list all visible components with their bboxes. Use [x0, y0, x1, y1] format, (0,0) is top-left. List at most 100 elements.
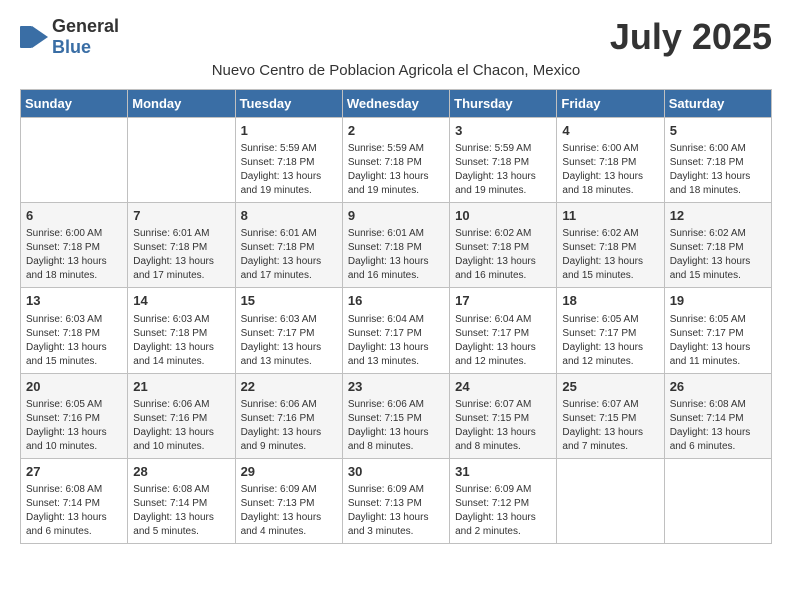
weekday-header-saturday: Saturday	[664, 90, 771, 118]
weekday-header-monday: Monday	[128, 90, 235, 118]
day-number: 24	[455, 378, 551, 396]
day-number: 10	[455, 207, 551, 225]
day-info: Sunrise: 6:00 AM Sunset: 7:18 PM Dayligh…	[562, 142, 658, 198]
calendar-table: SundayMondayTuesdayWednesdayThursdayFrid…	[20, 89, 772, 544]
calendar-cell: 22 Sunrise: 6:06 AM Sunset: 7:16 PM Dayli…	[235, 373, 342, 458]
day-number: 12	[670, 207, 766, 225]
day-number: 3	[455, 122, 551, 140]
weekday-header-thursday: Thursday	[450, 90, 557, 118]
day-number: 7	[133, 207, 229, 225]
calendar-week-1: 1 Sunrise: 5:59 AM Sunset: 7:18 PM Daylig…	[21, 118, 772, 203]
day-number: 19	[670, 292, 766, 310]
calendar-cell: 24 Sunrise: 6:07 AM Sunset: 7:15 PM Dayli…	[450, 373, 557, 458]
calendar-cell: 3Sunrise: 5:59 AM Sunset: 7:18 PM Daylig…	[450, 118, 557, 203]
calendar-cell: 31 Sunrise: 6:09 AM Sunset: 7:12 PM Dayli…	[450, 458, 557, 543]
calendar-cell: 21Sunrise: 6:06 AM Sunset: 7:16 PM Dayli…	[128, 373, 235, 458]
calendar-cell: 7 Sunrise: 6:01 AM Sunset: 7:18 PM Daylig…	[128, 203, 235, 288]
calendar-cell: 4 Sunrise: 6:00 AM Sunset: 7:18 PM Daylig…	[557, 118, 664, 203]
calendar-cell: 11 Sunrise: 6:02 AM Sunset: 7:18 PM Dayli…	[557, 203, 664, 288]
day-number: 26	[670, 378, 766, 396]
day-info: Sunrise: 6:02 AM Sunset: 7:18 PM Dayligh…	[562, 227, 658, 283]
day-info: Sunrise: 6:07 AM Sunset: 7:15 PM Dayligh…	[562, 398, 658, 454]
day-info: Sunrise: 6:08 AM Sunset: 7:14 PM Dayligh…	[133, 483, 229, 539]
calendar-cell: 15Sunrise: 6:03 AM Sunset: 7:17 PM Dayli…	[235, 288, 342, 373]
calendar-cell: 16Sunrise: 6:04 AM Sunset: 7:17 PM Dayli…	[342, 288, 449, 373]
day-info: Sunrise: 6:05 AM Sunset: 7:17 PM Dayligh…	[562, 313, 658, 369]
day-info: Sunrise: 6:06 AM Sunset: 7:16 PM Dayligh…	[133, 398, 229, 454]
day-number: 9	[348, 207, 444, 225]
day-info: Sunrise: 6:00 AM Sunset: 7:18 PM Dayligh…	[670, 142, 766, 198]
day-info: Sunrise: 6:08 AM Sunset: 7:14 PM Dayligh…	[670, 398, 766, 454]
day-number: 23	[348, 378, 444, 396]
calendar-cell	[21, 118, 128, 203]
day-number: 22	[241, 378, 337, 396]
day-number: 6	[26, 207, 122, 225]
calendar-cell: 19 Sunrise: 6:05 AM Sunset: 7:17 PM Dayli…	[664, 288, 771, 373]
calendar-cell: 1 Sunrise: 5:59 AM Sunset: 7:18 PM Daylig…	[235, 118, 342, 203]
day-number: 5	[670, 122, 766, 140]
logo-icon	[20, 26, 48, 48]
calendar-cell: 14 Sunrise: 6:03 AM Sunset: 7:18 PM Dayli…	[128, 288, 235, 373]
calendar-cell: 13 Sunrise: 6:03 AM Sunset: 7:18 PM Dayli…	[21, 288, 128, 373]
calendar-cell: 27 Sunrise: 6:08 AM Sunset: 7:14 PM Dayli…	[21, 458, 128, 543]
day-number: 13	[26, 292, 122, 310]
day-number: 4	[562, 122, 658, 140]
page-header: General Blue July 2025	[20, 16, 772, 58]
day-info: Sunrise: 6:03 AM Sunset: 7:18 PM Dayligh…	[133, 313, 229, 369]
weekday-header-tuesday: Tuesday	[235, 90, 342, 118]
weekday-header-friday: Friday	[557, 90, 664, 118]
calendar-cell	[664, 458, 771, 543]
day-info: Sunrise: 6:01 AM Sunset: 7:18 PM Dayligh…	[133, 227, 229, 283]
calendar-cell: 17Sunrise: 6:04 AM Sunset: 7:17 PM Dayli…	[450, 288, 557, 373]
calendar-cell: 10 Sunrise: 6:02 AM Sunset: 7:18 PM Dayli…	[450, 203, 557, 288]
day-number: 17	[455, 292, 551, 310]
calendar-cell: 20Sunrise: 6:05 AM Sunset: 7:16 PM Dayli…	[21, 373, 128, 458]
weekday-header-sunday: Sunday	[21, 90, 128, 118]
calendar-cell: 29Sunrise: 6:09 AM Sunset: 7:13 PM Dayli…	[235, 458, 342, 543]
calendar-week-3: 13 Sunrise: 6:03 AM Sunset: 7:18 PM Dayli…	[21, 288, 772, 373]
day-info: Sunrise: 6:03 AM Sunset: 7:17 PM Dayligh…	[241, 313, 337, 369]
day-number: 28	[133, 463, 229, 481]
day-info: Sunrise: 6:03 AM Sunset: 7:18 PM Dayligh…	[26, 313, 122, 369]
calendar-cell: 12Sunrise: 6:02 AM Sunset: 7:18 PM Dayli…	[664, 203, 771, 288]
day-number: 14	[133, 292, 229, 310]
calendar-cell: 30 Sunrise: 6:09 AM Sunset: 7:13 PM Dayli…	[342, 458, 449, 543]
weekday-header-wednesday: Wednesday	[342, 90, 449, 118]
day-info: Sunrise: 6:01 AM Sunset: 7:18 PM Dayligh…	[348, 227, 444, 283]
day-number: 1	[241, 122, 337, 140]
day-info: Sunrise: 6:01 AM Sunset: 7:18 PM Dayligh…	[241, 227, 337, 283]
logo-general: General	[52, 16, 119, 36]
calendar-cell: 23 Sunrise: 6:06 AM Sunset: 7:15 PM Dayli…	[342, 373, 449, 458]
calendar-cell: 5 Sunrise: 6:00 AM Sunset: 7:18 PM Daylig…	[664, 118, 771, 203]
day-number: 31	[455, 463, 551, 481]
day-info: Sunrise: 6:09 AM Sunset: 7:12 PM Dayligh…	[455, 483, 551, 539]
month-title: July 2025	[610, 16, 772, 58]
calendar-cell: 6 Sunrise: 6:00 AM Sunset: 7:18 PM Daylig…	[21, 203, 128, 288]
day-info: Sunrise: 6:00 AM Sunset: 7:18 PM Dayligh…	[26, 227, 122, 283]
day-info: Sunrise: 5:59 AM Sunset: 7:18 PM Dayligh…	[241, 142, 337, 198]
day-info: Sunrise: 6:06 AM Sunset: 7:16 PM Dayligh…	[241, 398, 337, 454]
day-number: 27	[26, 463, 122, 481]
day-info: Sunrise: 5:59 AM Sunset: 7:18 PM Dayligh…	[348, 142, 444, 198]
day-number: 18	[562, 292, 658, 310]
day-info: Sunrise: 6:09 AM Sunset: 7:13 PM Dayligh…	[241, 483, 337, 539]
calendar-cell: 8Sunrise: 6:01 AM Sunset: 7:18 PM Daylig…	[235, 203, 342, 288]
day-info: Sunrise: 6:05 AM Sunset: 7:17 PM Dayligh…	[670, 313, 766, 369]
day-number: 30	[348, 463, 444, 481]
day-info: Sunrise: 6:07 AM Sunset: 7:15 PM Dayligh…	[455, 398, 551, 454]
calendar-cell: 25 Sunrise: 6:07 AM Sunset: 7:15 PM Dayli…	[557, 373, 664, 458]
day-info: Sunrise: 6:06 AM Sunset: 7:15 PM Dayligh…	[348, 398, 444, 454]
calendar-cell: 28 Sunrise: 6:08 AM Sunset: 7:14 PM Dayli…	[128, 458, 235, 543]
day-info: Sunrise: 6:02 AM Sunset: 7:18 PM Dayligh…	[455, 227, 551, 283]
day-info: Sunrise: 6:05 AM Sunset: 7:16 PM Dayligh…	[26, 398, 122, 454]
calendar-cell: 9 Sunrise: 6:01 AM Sunset: 7:18 PM Daylig…	[342, 203, 449, 288]
day-info: Sunrise: 6:04 AM Sunset: 7:17 PM Dayligh…	[348, 313, 444, 369]
day-number: 11	[562, 207, 658, 225]
calendar-week-2: 6 Sunrise: 6:00 AM Sunset: 7:18 PM Daylig…	[21, 203, 772, 288]
day-info: Sunrise: 6:09 AM Sunset: 7:13 PM Dayligh…	[348, 483, 444, 539]
logo-blue: Blue	[52, 37, 91, 57]
calendar-cell	[557, 458, 664, 543]
day-number: 25	[562, 378, 658, 396]
day-info: Sunrise: 6:08 AM Sunset: 7:14 PM Dayligh…	[26, 483, 122, 539]
day-number: 2	[348, 122, 444, 140]
